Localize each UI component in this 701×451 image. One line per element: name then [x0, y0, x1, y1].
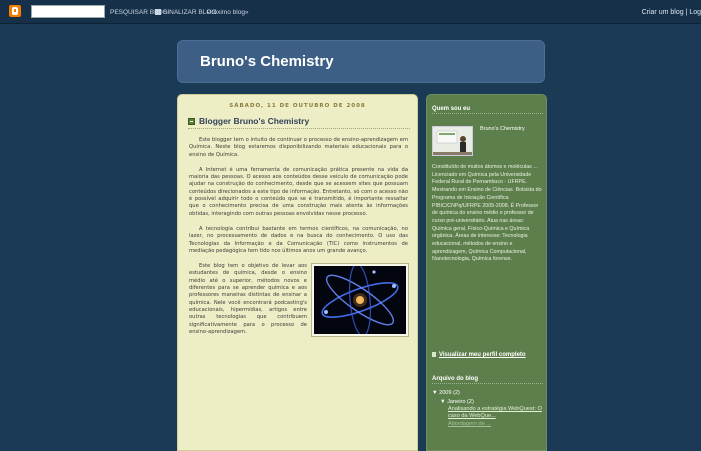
blogger-navbar: PESQUISAR BLOG SINALIZAR BLOG Próximo bl… [0, 0, 701, 24]
sidebar: Quem sou eu Bruno's Chemistry Constituíd… [426, 94, 547, 451]
archive-list: ▼ 2009 (2) ▼ Janeiro (2) Analisando a es… [432, 389, 544, 428]
atom-image[interactable] [311, 263, 409, 338]
profile-description: Constituído de muitos átomos e moléculas… [432, 164, 542, 263]
view-profile-link[interactable]: Visualizar meu perfil completo [432, 352, 526, 358]
profile-name[interactable]: Bruno's Chemistry [480, 126, 525, 132]
archive-heading: Arquivo do blog [432, 376, 543, 384]
blog-title[interactable]: Bruno's Chemistry [200, 53, 334, 70]
view-profile-label[interactable]: Visualizar meu perfil completo [439, 352, 526, 358]
main-post: SÁBADO, 11 DE OUTUBRO DE 2008 Blogger Br… [177, 94, 418, 451]
post-title[interactable]: Blogger Bruno's Chemistry [199, 116, 309, 126]
profile-photo[interactable] [432, 126, 473, 156]
archive-post-link[interactable]: Analisando a estratégia WebQuest: O caso… [432, 406, 544, 421]
search-input[interactable] [31, 5, 105, 18]
archive-month-toggle[interactable]: ▼ Janeiro (2) [432, 398, 544, 407]
archive-year-toggle[interactable]: ▼ 2009 (2) [432, 389, 544, 398]
flag-icon [155, 9, 161, 15]
post-icon [188, 118, 195, 125]
blog-header: Bruno's Chemistry [177, 40, 545, 83]
profile-link-icon [432, 352, 436, 357]
post-paragraph: A Internet é uma ferramenta de comunicaç… [189, 166, 408, 217]
post-title-row: Blogger Bruno's Chemistry [188, 115, 410, 129]
post-body: Este blogger tem o intuito de continuar … [189, 137, 409, 344]
post-paragraph: A tecnologia contribui bastante em termo… [189, 225, 408, 254]
post-date: SÁBADO, 11 DE OUTUBRO DE 2008 [229, 103, 366, 109]
archive-post-link[interactable]: Abordagem de ... [432, 421, 544, 428]
blogger-logo-icon[interactable] [9, 5, 21, 17]
post-image-paragraph: Este blog tem o objetivo de levar aos es… [189, 263, 409, 338]
profile-heading: Quem sou eu [432, 106, 543, 114]
post-paragraph: Este blogger tem o intuito de continuar … [189, 137, 408, 158]
next-blog-link[interactable]: Próximo blog» [207, 7, 249, 19]
create-blog-link[interactable]: Criar um blog | Log [642, 7, 701, 19]
